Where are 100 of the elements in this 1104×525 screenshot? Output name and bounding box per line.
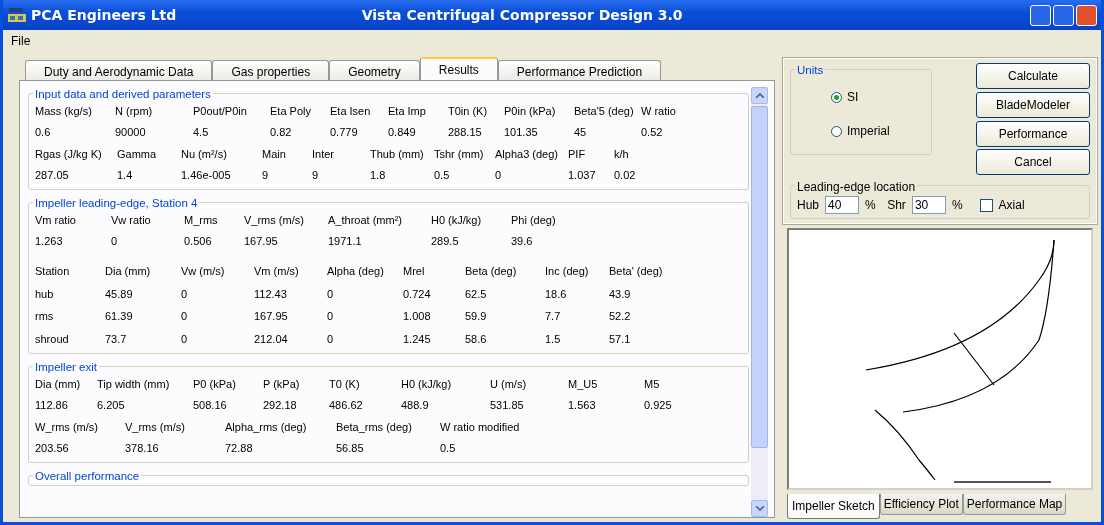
field-value: 72.88 [225,440,254,456]
field-label: Thub (mm) [370,147,425,162]
field-value: 39.6 [511,233,534,249]
field-value: 0.779 [330,124,359,140]
field-value: 56.85 [336,440,365,456]
field-value: 0.5 [440,440,457,456]
field-value: 0.82 [270,124,293,140]
field-label: U (m/s) [490,377,528,392]
action-button[interactable]: Performance [976,120,1090,147]
field-value: 101.35 [504,124,539,140]
table-cell-text: 0 [181,331,189,347]
text-field[interactable]: 40 [825,196,859,215]
field-value: 0 [495,167,503,183]
field-label: Tshr (mm) [434,147,485,162]
table-cell-text: 45.89 [105,286,134,302]
field-label: A_throat (mm²) [328,213,403,228]
field-label: Dia (mm) [35,377,82,392]
field-label: k/h [614,147,630,162]
tab[interactable]: Performance Prediction [497,60,662,80]
window-title: Vista Centrifugal Compressor Design 3.0 [360,5,684,25]
radio-button[interactable] [831,125,842,137]
field-value: 1.4 [117,167,134,183]
field-value: 1.8 [370,167,387,183]
column-header: Station [35,264,71,279]
tab[interactable]: Impeller Sketch [787,494,880,520]
field-value: 0.5 [434,167,451,183]
menu-item[interactable]: File [11,32,31,50]
field-value: 1971.1 [328,233,363,249]
action-button[interactable]: BladeModeler [976,91,1090,118]
tab[interactable]: Gas properties [212,60,330,80]
field-label: Eta Imp [388,104,427,119]
field-value: 1.563 [568,397,597,413]
table-cell-text: 167.95 [254,309,289,324]
field-value: 0.925 [644,397,673,413]
scroll-down-icon[interactable] [755,506,764,511]
checkbox-label: Axial [998,197,1025,215]
table-cell-text: 1.008 [403,309,432,324]
field-label: Eta Isen [330,104,372,119]
tab[interactable]: Efficiency Plot [879,494,963,516]
field-label: Inter [312,147,335,162]
tab[interactable]: Geometry [329,60,420,80]
column-header: Dia (mm) [105,264,152,279]
column-header: Inc (deg) [545,264,590,279]
table-cell-text: 112.43 [254,286,288,302]
field-label: V_rms (m/s) [125,420,186,435]
field-value: 90000 [115,124,147,140]
field-label: Alpha_rms (deg) [225,420,308,435]
field-label: Vm ratio [35,213,77,228]
checkbox[interactable] [979,198,993,212]
table-cell-text: 0 [327,309,335,324]
scroll-up-icon[interactable] [755,93,764,98]
field-value: 1.46e-005 [181,167,232,183]
field-value: 45 [574,124,588,140]
table-cell-text: 58.6 [465,331,488,347]
column-header: Alpha (deg) [327,264,385,279]
tab[interactable]: Duty and Aerodynamic Data [25,60,213,80]
radio-label: SI [847,89,859,106]
field-label: P (kPa) [263,377,301,392]
field-label: Hub [797,197,819,215]
scrollbar[interactable] [751,87,768,517]
field-value: 0.506 [184,233,213,249]
column-header: Vw (m/s) [181,264,226,279]
field-value: 112.86 [35,397,69,413]
table-cell-text: 0 [181,286,189,302]
close-button[interactable] [1076,4,1097,26]
field-label: Beta'5 (deg) [574,104,635,119]
field-value: 0.6 [35,124,52,140]
field-label: Rgas (J/kg K) [35,147,103,162]
radio-button[interactable] [831,91,842,103]
field-label: M_rms [184,213,219,228]
field-label: T0in (K) [448,104,489,119]
field-label: Eta Poly [270,104,312,119]
table-cell-text: 1.245 [403,331,432,347]
field-label: Shr [887,197,906,215]
action-button[interactable]: Cancel [976,149,1090,176]
field-value: 488.9 [401,397,430,413]
field-value: 1.263 [35,233,64,249]
table-cell-text: 0.724 [403,286,432,302]
tab[interactable]: Performance Map [962,494,1067,516]
table-cell-text: 7.7 [545,309,562,324]
column-header: Beta' (deg) [609,264,664,279]
table-cell-text: rms [35,309,55,324]
field-value: 9 [312,167,320,183]
minimize-button[interactable] [1030,4,1051,26]
tab[interactable]: Results [419,57,498,80]
scrollbar-thumb[interactable] [751,106,768,448]
action-button[interactable]: Calculate [976,63,1090,89]
table-cell-text: 61.39 [105,309,134,324]
field-label: N (rpm) [115,104,154,119]
maximize-button[interactable] [1053,4,1074,26]
table-cell-text: 62.5 [465,286,488,302]
field-label: PIF [568,147,587,162]
table-cell-text: hub [35,286,55,302]
table-cell-text: 0 [181,309,189,324]
table-cell-text: 73.7 [105,331,128,347]
text-field[interactable]: 30 [911,196,946,215]
table-cell-text: 18.6 [545,286,568,302]
field-label: M5 [644,377,661,392]
unit-label: % [951,197,963,215]
column-header: Beta (deg) [465,264,518,279]
